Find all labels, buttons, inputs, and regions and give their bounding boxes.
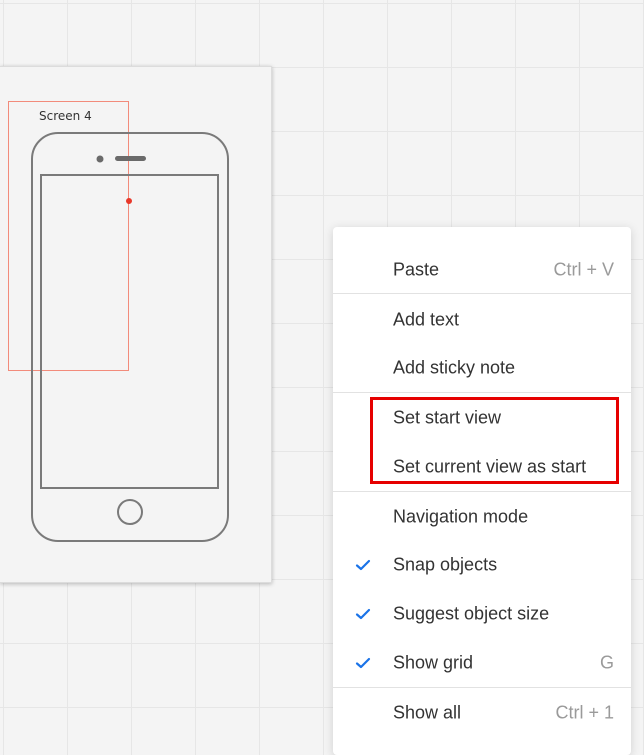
menu-item-paste[interactable]: Paste Ctrl + V (333, 245, 631, 294)
navigation-mode-label: Navigation mode (393, 506, 529, 526)
add-text-label: Add text (393, 309, 460, 329)
menu-item-add-sticky-note[interactable]: Add sticky note (333, 343, 631, 392)
phone-wireframe[interactable] (30, 131, 230, 543)
menu-item-navigation-mode[interactable]: Navigation mode (333, 492, 631, 541)
show-grid-label: Show grid (393, 652, 474, 672)
show-grid-shortcut: G (599, 652, 614, 672)
checkmark-icon (355, 608, 371, 619)
add-sticky-note-label: Add sticky note (393, 357, 516, 377)
screen-label: Screen 4 (39, 109, 92, 123)
paste-shortcut: Ctrl + V (553, 259, 614, 279)
menu-item-snap-objects[interactable]: Snap objects (333, 540, 631, 589)
show-all-label: Show all (393, 702, 462, 722)
menu-divider (333, 293, 631, 294)
snap-objects-label: Snap objects (393, 554, 498, 574)
paste-label: Paste (393, 259, 440, 279)
checkmark-icon (355, 559, 371, 570)
suggest-object-size-label: Suggest object size (393, 603, 550, 623)
menu-item-add-text[interactable]: Add text (333, 295, 631, 344)
checkmark-icon (355, 657, 371, 668)
show-all-shortcut: Ctrl + 1 (555, 702, 614, 722)
menu-item-suggest-object-size[interactable]: Suggest object size (333, 589, 631, 638)
menu-item-show-grid[interactable]: Show grid G (333, 638, 631, 687)
highlight-annotation-box (370, 397, 619, 484)
menu-item-show-all[interactable]: Show all Ctrl + 1 (333, 688, 631, 737)
context-menu: Paste Ctrl + V Add text Add sticky note … (333, 227, 631, 755)
